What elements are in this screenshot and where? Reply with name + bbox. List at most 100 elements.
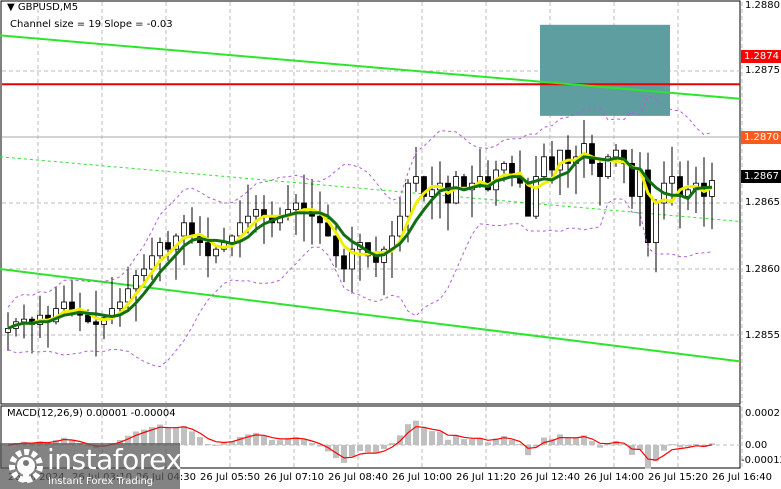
candle [413, 176, 419, 184]
candle [61, 301, 67, 309]
time-label: 26 Jul 07:10 [264, 472, 324, 483]
price-label: 1.2865 [745, 197, 780, 208]
candle [181, 222, 187, 237]
candle [117, 301, 123, 309]
macd-histogram-bar [389, 443, 395, 445]
macd-histogram-bar [485, 442, 491, 445]
candle [85, 314, 91, 323]
macd-histogram-bar [517, 444, 523, 446]
price-label: 1.2880 [745, 0, 780, 11]
macd-histogram-bar [197, 437, 203, 445]
candle [405, 182, 411, 217]
current-price-tag: 1.2867 [741, 170, 781, 183]
logo-tagline: Instant Forex Trading [48, 476, 154, 487]
time-label: 26 Jul 16:40 [712, 472, 772, 483]
price-label: 1.2875 [745, 65, 780, 76]
candle [245, 215, 251, 224]
macd-histogram-bar [469, 439, 475, 445]
candle [501, 162, 507, 171]
macd-histogram-bar [357, 445, 363, 451]
candle [589, 143, 595, 164]
candle [333, 235, 339, 257]
macd-histogram-bar [365, 445, 371, 452]
time-label: 26 Jul 08:40 [328, 472, 388, 483]
candle [157, 242, 163, 257]
price-label: 1.2860 [745, 264, 780, 275]
macd-histogram-bar [413, 420, 419, 445]
macd-histogram-bar [677, 445, 683, 448]
macd-histogram-bar [669, 444, 675, 446]
target-zone-box [540, 24, 670, 116]
time-label: 26 Jul 11:20 [456, 472, 516, 483]
candle [133, 275, 139, 290]
macd-histogram-bar [565, 437, 571, 445]
symbol-title: ▼ GBPUSD,M5 [7, 2, 79, 13]
price-label: 1.2855 [745, 330, 780, 341]
instaforex-logo: instaforex Instant Forex Trading [0, 443, 182, 489]
symbol-label: GBPUSD,M5 [17, 2, 79, 13]
time-label: 26 Jul 10:00 [392, 472, 452, 483]
candle [549, 156, 555, 171]
time-label: 26 Jul 15:20 [648, 472, 708, 483]
candle [21, 318, 27, 323]
macd-histogram-bar [461, 439, 467, 445]
candle [189, 222, 195, 237]
macd-histogram-bar [429, 431, 435, 445]
candle [341, 255, 347, 270]
candle [229, 235, 235, 243]
macd-histogram-bar [349, 445, 355, 457]
macd-histogram-bar [301, 439, 307, 445]
macd-histogram-bar [189, 431, 195, 445]
candle [541, 156, 547, 178]
macd-histogram-bar [213, 444, 219, 446]
macd-histogram-bar [381, 445, 387, 449]
macd-histogram-bar [453, 435, 459, 445]
candle [597, 162, 603, 177]
macd-histogram-bar [221, 443, 227, 445]
macd-axis-label: 0.00021 [745, 408, 781, 419]
macd-histogram-bar [573, 438, 579, 445]
candle [93, 321, 99, 325]
candle [525, 182, 531, 217]
candle [317, 215, 323, 224]
macd-histogram-bar [445, 439, 451, 445]
candle [613, 149, 619, 158]
macd-axis-label: 0.00 [745, 440, 768, 451]
resistance-price-tag: 1.2874 [741, 50, 781, 63]
time-label: 26 Jul 14:00 [584, 472, 644, 483]
macd-histogram-bar [277, 440, 283, 445]
macd-histogram-bar [509, 440, 515, 445]
macd-histogram-bar [309, 443, 315, 445]
candle [141, 268, 147, 276]
time-label: 26 Jul 05:50 [200, 472, 260, 483]
macd-histogram-bar [285, 438, 291, 445]
macd-histogram-bar [397, 435, 403, 445]
macd-histogram-bar [205, 444, 211, 446]
candle [429, 189, 435, 197]
candle [213, 248, 219, 257]
macd-histogram-bar [597, 445, 603, 448]
candle [653, 202, 659, 243]
macd-histogram-bar [557, 434, 563, 445]
macd-histogram-bar [261, 435, 267, 445]
macd-histogram-bar [693, 444, 699, 446]
macd-histogram-bar [341, 445, 347, 463]
candle [293, 202, 299, 210]
candle [669, 176, 675, 184]
level-price-tag: 1.2870 [741, 131, 781, 144]
macd-histogram-bar [685, 445, 691, 447]
gear-icon [9, 449, 43, 483]
time-label: 26 Jul 12:40 [520, 472, 580, 483]
candle [205, 242, 211, 257]
macd-histogram-bar [437, 432, 443, 445]
logo-name: instaforex [47, 443, 182, 476]
macd-histogram-bar [629, 445, 635, 455]
macd-histogram-bar [589, 441, 595, 445]
macd-histogram-bar [181, 425, 187, 445]
macd-histogram-bar [269, 439, 275, 445]
channel-info: Channel size = 19 Slope = -0.03 [10, 19, 173, 30]
macd-histogram-bar [421, 428, 427, 445]
candle [165, 242, 171, 250]
candle [253, 209, 259, 217]
macd-label: MACD(12,26,9) 0.00001 -0.00004 [7, 408, 176, 419]
